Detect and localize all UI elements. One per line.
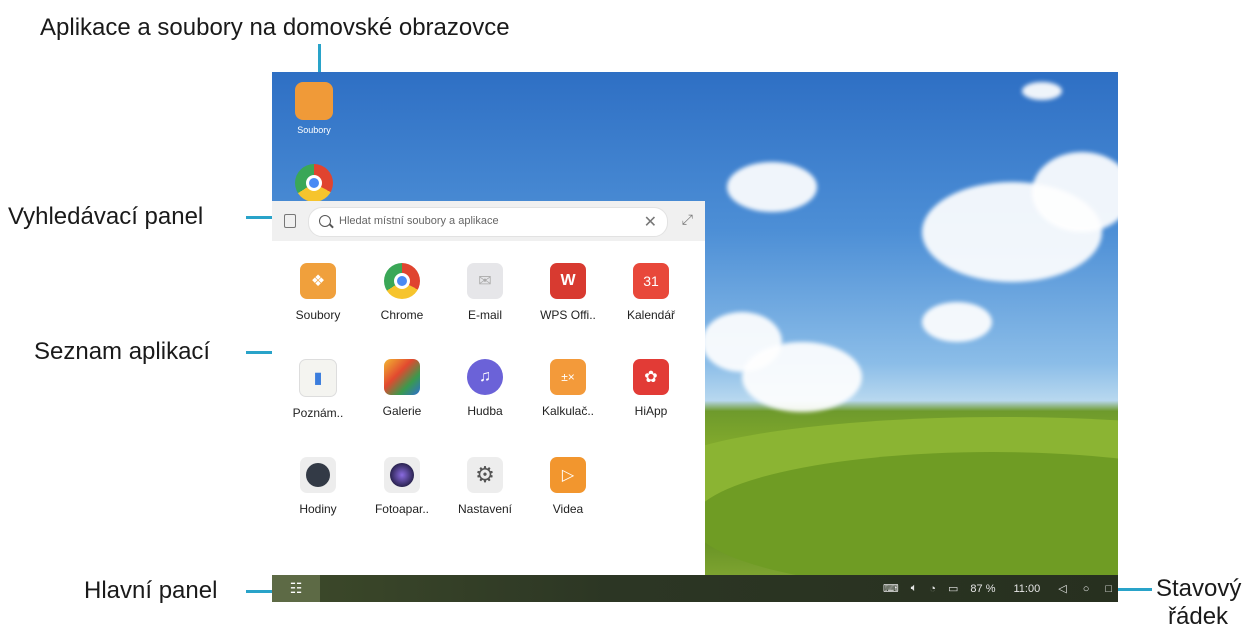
app-label: Galerie: [382, 404, 422, 418]
app-label: Hudba: [467, 404, 503, 418]
back-nav-icon[interactable]: ◁: [1058, 582, 1066, 595]
folder-icon: [295, 82, 333, 120]
folder-icon: ❖: [300, 263, 336, 299]
hiapp-icon: ✿: [633, 359, 669, 395]
wallpaper-cloud: [742, 342, 862, 412]
chrome-icon: [384, 263, 420, 299]
app-label: HiApp: [634, 404, 668, 418]
taskbar: ☷ ⌨ 🔈︎ ◔ ▭ 87 % 11:00 ◁ ○ □: [272, 575, 1118, 602]
wifi-icon[interactable]: ◔: [929, 583, 936, 595]
camera-icon: [384, 457, 420, 493]
app-item-video[interactable]: ▷ Videa: [526, 457, 610, 516]
battery-level: 87 %: [970, 582, 996, 595]
clear-icon[interactable]: ✕: [644, 212, 657, 232]
app-label: Kalendář: [626, 308, 676, 322]
app-item-music[interactable]: ♫ Hudba: [443, 359, 527, 418]
expand-icon[interactable]: ⤢: [682, 211, 693, 228]
app-label: Poznám..: [292, 406, 344, 420]
gallery-icon: [384, 359, 420, 395]
keyboard-icon[interactable]: ⌨: [883, 582, 899, 595]
music-icon: ♫: [467, 359, 503, 395]
app-label: Chrome: [380, 308, 424, 322]
app-item-notes[interactable]: ▮ Poznám..: [276, 359, 360, 420]
app-item-chrome[interactable]: Chrome: [360, 263, 444, 322]
app-launcher-panel: Hledat místní soubory a aplikace ✕ ⤢ ❖ S…: [272, 201, 705, 575]
clock-icon: [300, 457, 336, 493]
callout-taskbar: Hlavní panel: [84, 577, 218, 604]
app-item-email[interactable]: ✉ E-mail: [443, 263, 527, 322]
app-label: Nastavení: [457, 502, 513, 516]
desktop-files-shortcut[interactable]: Soubory: [284, 82, 344, 135]
wps-icon: W: [550, 263, 586, 299]
callout-status-bar-2: řádek: [1168, 603, 1229, 630]
app-label: Videa: [552, 502, 584, 516]
app-item-camera[interactable]: Fotoapar..: [360, 457, 444, 516]
app-item-wps[interactable]: W WPS Offi..: [526, 263, 610, 322]
app-item-calculator[interactable]: ±× Kalkulač..: [526, 359, 610, 418]
app-item-hiapp[interactable]: ✿ HiApp: [609, 359, 693, 418]
wallpaper-cloud: [727, 162, 817, 212]
wallpaper-cloud: [922, 302, 992, 342]
home-nav-icon[interactable]: ○: [1083, 583, 1090, 595]
callout-app-list: Seznam aplikací: [34, 338, 211, 365]
app-item-clock[interactable]: Hodiny: [276, 457, 360, 516]
app-item-settings[interactable]: ⚙ Nastavení: [443, 457, 527, 516]
desktop-files-label: Soubory: [297, 125, 331, 135]
app-label: Fotoapar..: [374, 502, 430, 516]
search-panel: Hledat místní soubory a aplikace ✕ ⤢: [272, 201, 705, 241]
battery-icon: ▭: [948, 583, 959, 595]
video-icon: ▷: [550, 457, 586, 493]
search-icon-handle: [329, 223, 334, 229]
app-label: Kalkulač..: [541, 404, 595, 418]
app-item-calendar[interactable]: 31 Kalendář: [609, 263, 693, 322]
notes-icon: ▮: [299, 359, 337, 397]
clock-time: 11:00: [1013, 582, 1041, 595]
search-input[interactable]: Hledat místní soubory a aplikace ✕: [308, 207, 668, 237]
back-icon[interactable]: [284, 214, 296, 228]
app-label: E-mail: [467, 308, 502, 322]
app-drawer-button[interactable]: ☷: [272, 575, 320, 602]
desktop-chrome-shortcut[interactable]: [284, 164, 344, 202]
app-item-gallery[interactable]: Galerie: [360, 359, 444, 418]
callout-status-bar: Stavový: [1156, 575, 1242, 602]
calendar-icon: 31: [633, 263, 669, 299]
app-item-soubory[interactable]: ❖ Soubory: [276, 263, 360, 322]
tablet-screen: Soubory Hledat místní soubory a aplikace…: [272, 72, 1118, 602]
calculator-icon: ±×: [550, 359, 586, 395]
status-bar: ⌨ 🔈︎ ◔ ▭ 87 % 11:00 ◁ ○ □: [877, 575, 1118, 602]
app-label: WPS Offi..: [540, 308, 596, 322]
search-placeholder: Hledat místní soubory a aplikace: [339, 215, 499, 227]
app-label: Soubory: [295, 308, 341, 322]
mail-icon: ✉: [467, 263, 503, 299]
chrome-icon: [295, 164, 333, 202]
settings-icon: ⚙: [467, 457, 503, 493]
wallpaper-cloud: [1022, 82, 1062, 100]
volume-icon[interactable]: 🔈︎: [911, 582, 918, 595]
recents-nav-icon[interactable]: □: [1105, 583, 1112, 595]
app-label: Hodiny: [299, 502, 337, 516]
callout-search-bar: Vyhledávací panel: [8, 203, 204, 230]
callout-home-apps: Aplikace a soubory na domovské obrazovce: [40, 14, 510, 41]
